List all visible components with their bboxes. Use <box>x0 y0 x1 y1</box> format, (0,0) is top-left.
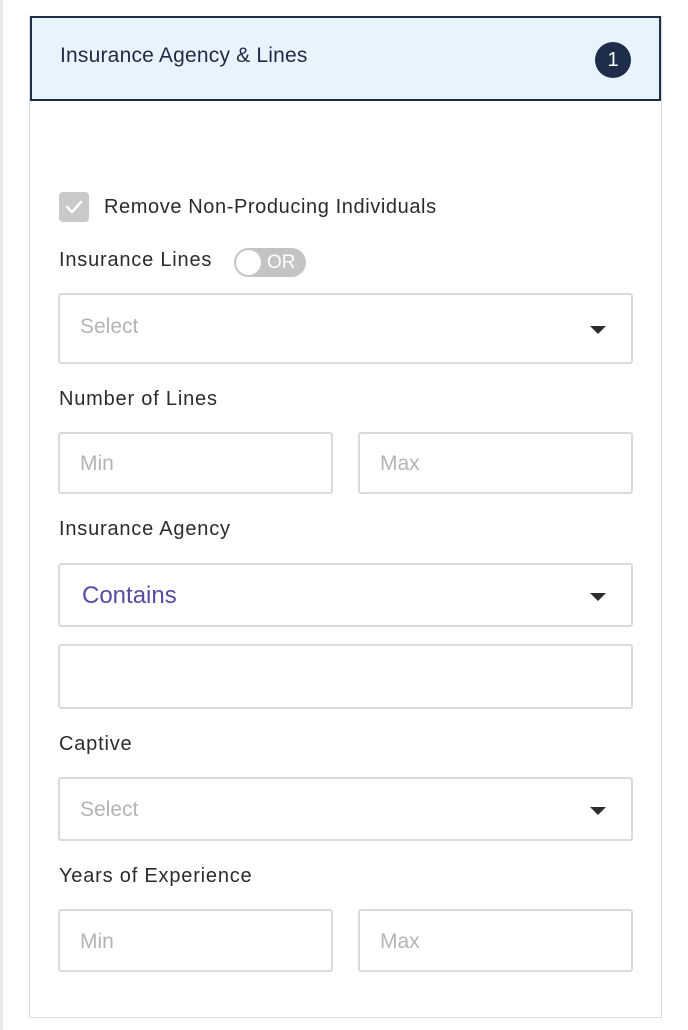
panel-header[interactable]: Insurance Agency & Lines 1 <box>30 16 661 101</box>
filter-page: Insurance Agency & Lines 1 Remove Non-Pr… <box>0 0 688 1030</box>
remove-non-producing-checkbox[interactable] <box>59 192 89 222</box>
insurance-agency-text-input[interactable] <box>58 644 633 709</box>
chevron-down-icon <box>590 326 606 334</box>
operator-selected-value: Contains <box>82 582 177 609</box>
min-placeholder: Min <box>80 452 114 475</box>
select-placeholder: Select <box>80 798 139 821</box>
insurance-agency-label: Insurance Agency <box>59 518 231 540</box>
max-placeholder: Max <box>380 930 420 953</box>
number-of-lines-max-input[interactable]: Max <box>358 432 633 494</box>
select-placeholder: Select <box>80 315 139 338</box>
left-edge-divider <box>0 0 3 1030</box>
captive-label: Captive <box>59 733 133 755</box>
min-placeholder: Min <box>80 930 114 953</box>
years-of-experience-min-input[interactable]: Min <box>58 909 333 972</box>
insurance-lines-label: Insurance Lines <box>59 249 213 271</box>
toggle-text: OR <box>267 252 296 273</box>
number-of-lines-label: Number of Lines <box>59 388 218 410</box>
chevron-down-icon <box>590 807 606 815</box>
filter-count-badge: 1 <box>595 42 631 78</box>
panel-title: Insurance Agency & Lines <box>60 44 308 67</box>
insurance-agency-operator-select[interactable]: Contains <box>58 563 633 627</box>
chevron-down-icon <box>590 593 606 601</box>
remove-non-producing-row[interactable]: Remove Non-Producing Individuals <box>59 192 437 222</box>
toggle-knob <box>236 250 261 275</box>
insurance-lines-select[interactable]: Select <box>58 293 633 364</box>
checkmark-icon <box>65 200 83 214</box>
remove-non-producing-label: Remove Non-Producing Individuals <box>104 195 437 218</box>
years-of-experience-max-input[interactable]: Max <box>358 909 633 972</box>
number-of-lines-min-input[interactable]: Min <box>58 432 333 494</box>
insurance-lines-logic-toggle[interactable]: OR <box>234 248 306 277</box>
max-placeholder: Max <box>380 452 420 475</box>
years-of-experience-label: Years of Experience <box>59 865 253 887</box>
captive-select[interactable]: Select <box>58 777 633 841</box>
